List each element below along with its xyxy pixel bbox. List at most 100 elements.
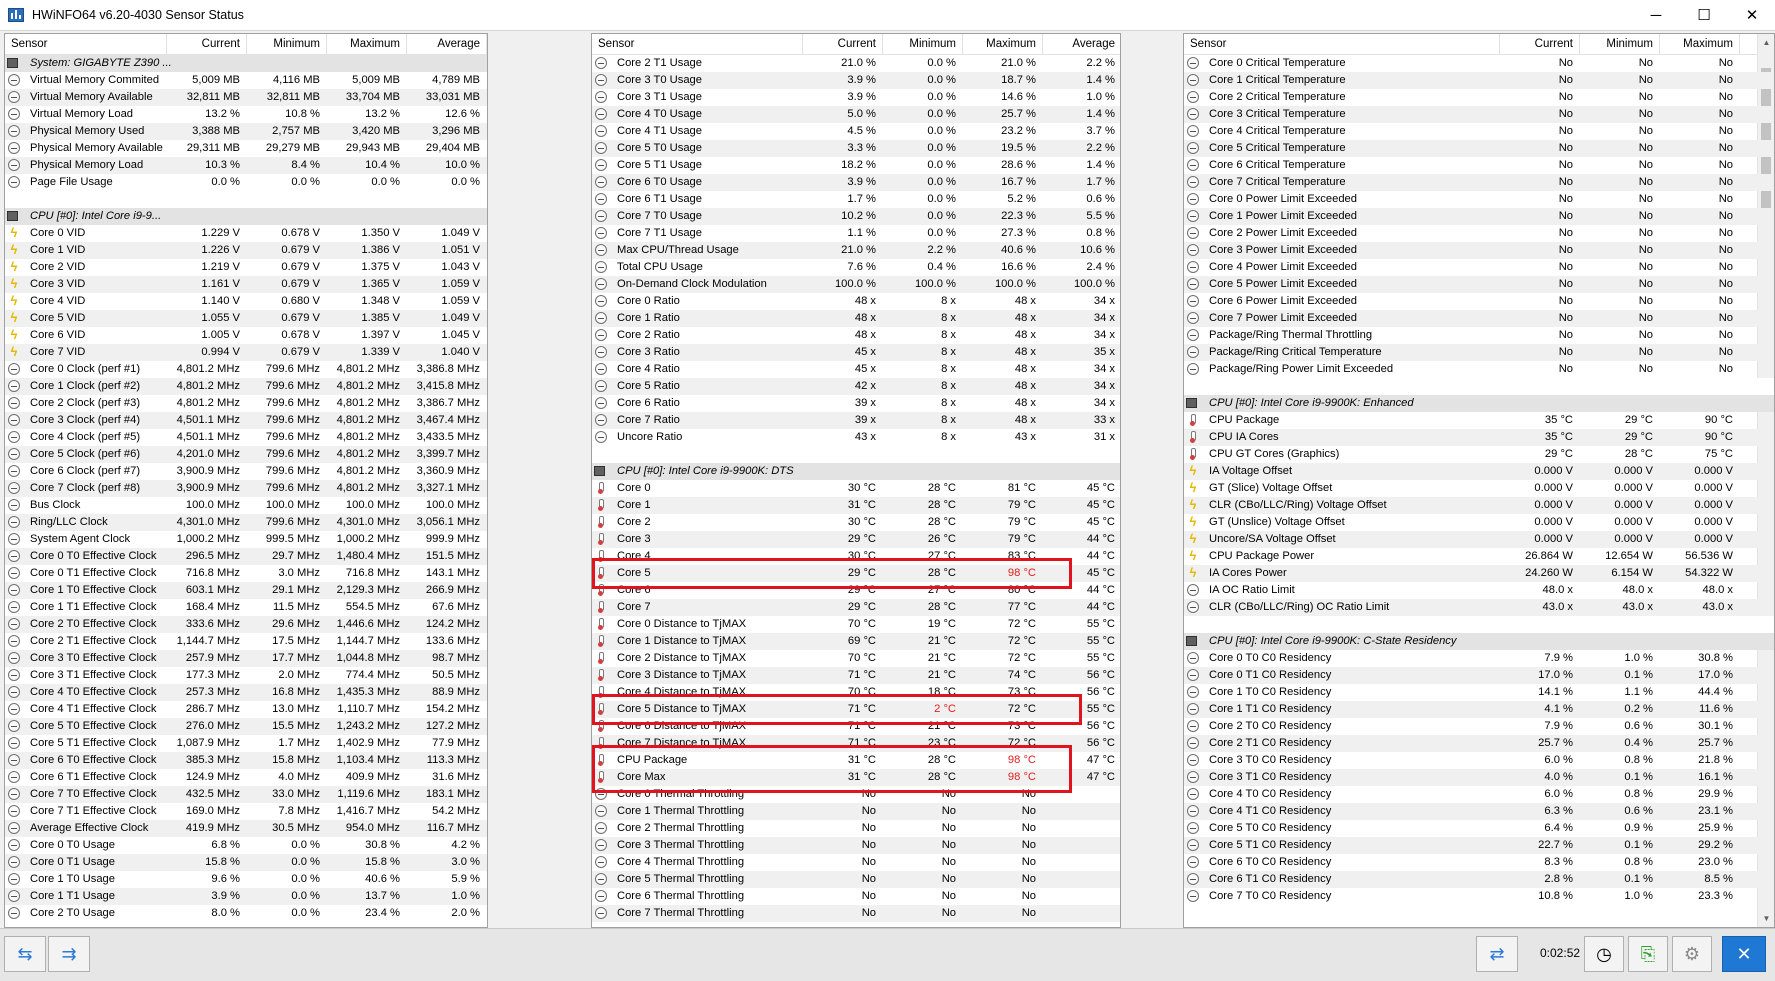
sensor-row[interactable]: CPU Package 35 °C 29 °C 90 °C xyxy=(1184,412,1774,429)
sensor-row[interactable]: Core 7 T1 Effective Clock 169.0 MHz 7.8 MH… xyxy=(5,803,487,820)
sensor-row[interactable]: CPU GT Cores (Graphics) 29 °C 28 °C 75 °C xyxy=(1184,446,1774,463)
sensor-row[interactable]: Core 7 T0 Effective Clock 432.5 MHz 33.0 M… xyxy=(5,786,487,803)
sensor-row[interactable]: Core 6 Thermal Throttling No No No xyxy=(592,888,1120,905)
sensor-group-header[interactable]: CPU [#0]: Intel Core i9-9900K: Enhanced xyxy=(1184,395,1774,412)
sensor-row[interactable]: Core 7 Clock (perf #8) 3,900.9 MHz 799.6 M… xyxy=(5,480,487,497)
sensor-row[interactable]: Core 2 T1 Effective Clock 1,144.7 MHz 17.5… xyxy=(5,633,487,650)
column-header-minimum[interactable]: Minimum xyxy=(883,34,963,55)
sensor-row[interactable]: Core 4 Critical Temperature No No No xyxy=(1184,123,1774,140)
sensor-row[interactable]: Core 0 T0 C0 Residency 7.9 % 1.0 % 30.8 % xyxy=(1184,650,1774,667)
sensor-row[interactable]: Core 5 T0 C0 Residency 6.4 % 0.9 % 25.9 % xyxy=(1184,820,1774,837)
sensor-row[interactable]: Average Effective Clock 419.9 MHz 30.5 MHz… xyxy=(5,820,487,837)
column-header-current[interactable]: Current xyxy=(1500,34,1580,55)
sensor-row[interactable]: Ring/LLC Clock 4,301.0 MHz 799.6 MHz 4,301.… xyxy=(5,514,487,531)
sensor-row[interactable]: Core 4 Power Limit Exceeded No No No xyxy=(1184,259,1774,276)
sensor-row[interactable]: Core 4 T1 Usage 4.5 % 0.0 % 23.2 % 3.7 % xyxy=(592,123,1120,140)
sensor-row[interactable]: Core 7 T0 C0 Residency 10.8 % 1.0 % 23.3 % xyxy=(1184,888,1774,905)
sensor-row[interactable]: Core 6 Critical Temperature No No No xyxy=(1184,157,1774,174)
sensor-row[interactable]: Core 7 29 °C 28 °C 77 °C 44 °C xyxy=(592,599,1120,616)
sensor-row[interactable]: Core 6 T1 Usage 1.7 % 0.0 % 5.2 % 0.6 % xyxy=(592,191,1120,208)
sensor-row[interactable]: Core 0 Critical Temperature No No No xyxy=(1184,55,1774,72)
sensor-row[interactable]: Core 2 T0 C0 Residency 7.9 % 0.6 % 30.1 % xyxy=(1184,718,1774,735)
sensor-row[interactable]: ϟ Core 7 VID 0.994 V 0.679 V 1.339 V 1.040 V xyxy=(5,344,487,361)
sensor-row[interactable]: Core 2 30 °C 28 °C 79 °C 45 °C xyxy=(592,514,1120,531)
sensor-row[interactable]: Core 1 Thermal Throttling No No No xyxy=(592,803,1120,820)
sensor-row[interactable]: Core 5 T1 Usage 18.2 % 0.0 % 28.6 % 1.4 % xyxy=(592,157,1120,174)
sensor-row[interactable]: Core 2 T0 Usage 8.0 % 0.0 % 23.4 % 2.0 % xyxy=(5,905,487,922)
sensor-row[interactable]: Core 3 T0 Usage 3.9 % 0.0 % 18.7 % 1.4 % xyxy=(592,72,1120,89)
column-header-minimum[interactable]: Minimum xyxy=(1580,34,1660,55)
sensor-row[interactable]: Core 0 30 °C 28 °C 81 °C 45 °C xyxy=(592,480,1120,497)
sensor-row[interactable]: Core 4 Thermal Throttling No No No xyxy=(592,854,1120,871)
column-header-average[interactable]: Average xyxy=(1043,34,1120,55)
sensor-row[interactable]: Core 1 T1 C0 Residency 4.1 % 0.2 % 11.6 % xyxy=(1184,701,1774,718)
sensor-row[interactable]: Core 1 Ratio 48 x 8 x 48 x 34 x xyxy=(592,310,1120,327)
sensor-row[interactable]: Core 3 29 °C 26 °C 79 °C 44 °C xyxy=(592,531,1120,548)
sensor-row[interactable]: Core 7 Critical Temperature No No No xyxy=(1184,174,1774,191)
sensor-row[interactable]: Core 2 Power Limit Exceeded No No No xyxy=(1184,225,1774,242)
sensor-row[interactable]: Core 1 Distance to TjMAX 69 °C 21 °C 72 °C 5… xyxy=(592,633,1120,650)
sensor-row[interactable]: Core 2 T1 C0 Residency 25.7 % 0.4 % 25.7 % xyxy=(1184,735,1774,752)
add-log-button[interactable]: ⎘ xyxy=(1628,936,1668,972)
sensor-row[interactable]: ϟ Core 1 VID 1.226 V 0.679 V 1.386 V 1.051 V xyxy=(5,242,487,259)
sensor-row[interactable]: Core 5 Ratio 42 x 8 x 48 x 34 x xyxy=(592,378,1120,395)
sensor-row[interactable]: Core 7 Thermal Throttling No No No xyxy=(592,905,1120,922)
maximize-button[interactable]: ☐ xyxy=(1681,0,1727,31)
minimize-button[interactable]: ─ xyxy=(1633,0,1679,31)
sensor-row[interactable]: CPU IA Cores 35 °C 29 °C 90 °C xyxy=(1184,429,1774,446)
sensor-row[interactable]: Core 3 T1 Effective Clock 177.3 MHz 2.0 MH… xyxy=(5,667,487,684)
sensor-row[interactable]: Core 7 Power Limit Exceeded No No No xyxy=(1184,310,1774,327)
sensor-row[interactable]: Core 5 Critical Temperature No No No xyxy=(1184,140,1774,157)
sensor-group-header[interactable]: CPU [#0]: Intel Core i9-9900K: DTS xyxy=(592,463,1120,480)
sensor-row[interactable]: Core 3 T1 Usage 3.9 % 0.0 % 14.6 % 1.0 % xyxy=(592,89,1120,106)
settings-button[interactable]: ⚙ xyxy=(1672,936,1712,972)
sensor-row[interactable]: Core 6 Clock (perf #7) 3,900.9 MHz 799.6 M… xyxy=(5,463,487,480)
sensor-row[interactable]: Core 0 Clock (perf #1) 4,801.2 MHz 799.6 M… xyxy=(5,361,487,378)
sensor-row[interactable]: Core 2 T0 Effective Clock 333.6 MHz 29.6 M… xyxy=(5,616,487,633)
close-sensors-button[interactable]: ✕ xyxy=(1722,936,1766,972)
close-window-button[interactable]: ✕ xyxy=(1729,0,1775,31)
clock-reset-button[interactable]: ◷ xyxy=(1584,936,1624,972)
sensor-row[interactable]: Core 5 T1 Effective Clock 1,087.9 MHz 1.7 … xyxy=(5,735,487,752)
sensor-row[interactable]: ϟ CLR (CBo/LLC/Ring) Voltage Offset 0.000 … xyxy=(1184,497,1774,514)
sensor-row[interactable]: Core 5 Power Limit Exceeded No No No xyxy=(1184,276,1774,293)
sensor-row[interactable]: Core 0 Power Limit Exceeded No No No xyxy=(1184,191,1774,208)
sensor-row[interactable]: ϟ Core 5 VID 1.055 V 0.679 V 1.385 V 1.049 V xyxy=(5,310,487,327)
sensor-row[interactable]: Core 3 Distance to TjMAX 71 °C 21 °C 74 °C 5… xyxy=(592,667,1120,684)
column-header-minimum[interactable]: Minimum xyxy=(247,34,327,55)
sensor-row[interactable]: Core 6 T1 Effective Clock 124.9 MHz 4.0 MH… xyxy=(5,769,487,786)
sensor-row[interactable]: Core 6 T1 C0 Residency 2.8 % 0.1 % 8.5 % xyxy=(1184,871,1774,888)
sensor-row[interactable]: Core 3 T0 Effective Clock 257.9 MHz 17.7 M… xyxy=(5,650,487,667)
column-header-current[interactable]: Current xyxy=(167,34,247,55)
column-header-sensor[interactable]: Sensor xyxy=(1184,34,1500,55)
sensor-row[interactable]: Core 6 Distance to TjMAX 71 °C 21 °C 73 °C 5… xyxy=(592,718,1120,735)
sensor-row[interactable]: Core 1 Critical Temperature No No No xyxy=(1184,72,1774,89)
sensor-row[interactable]: Core 1 T0 C0 Residency 14.1 % 1.1 % 44.4 % xyxy=(1184,684,1774,701)
sensor-row[interactable]: ϟ IA Voltage Offset 0.000 V 0.000 V 0.000 V xyxy=(1184,463,1774,480)
sensor-row[interactable]: Core 3 Clock (perf #4) 4,501.1 MHz 799.6 M… xyxy=(5,412,487,429)
sensor-row[interactable]: Core 4 Clock (perf #5) 4,501.1 MHz 799.6 M… xyxy=(5,429,487,446)
column-header-current[interactable]: Current xyxy=(803,34,883,55)
sensor-row[interactable]: Virtual Memory Commited 5,009 MB 4,116 MB 5… xyxy=(5,72,487,89)
sensor-row[interactable]: Core 1 Clock (perf #2) 4,801.2 MHz 799.6 M… xyxy=(5,378,487,395)
sensor-row[interactable]: System Agent Clock 1,000.2 MHz 999.5 MHz 1,… xyxy=(5,531,487,548)
sensor-row[interactable]: Bus Clock 100.0 MHz 100.0 MHz 100.0 MHz 100.… xyxy=(5,497,487,514)
sensor-row[interactable]: Core 7 Distance to TjMAX 71 °C 23 °C 72 °C 5… xyxy=(592,735,1120,752)
sensor-row[interactable]: On-Demand Clock Modulation 100.0 % 100.0 %… xyxy=(592,276,1120,293)
column-header-sensor[interactable]: Sensor xyxy=(5,34,167,55)
sensor-row[interactable]: Core 1 T0 Usage 9.6 % 0.0 % 40.6 % 5.9 % xyxy=(5,871,487,888)
sensor-row[interactable]: Core 5 T0 Effective Clock 276.0 MHz 15.5 M… xyxy=(5,718,487,735)
sensor-row[interactable]: Core 0 T1 Usage 15.8 % 0.0 % 15.8 % 3.0 % xyxy=(5,854,487,871)
sensor-row[interactable]: Core 1 T1 Effective Clock 168.4 MHz 11.5 M… xyxy=(5,599,487,616)
sensor-row[interactable]: Core 1 31 °C 28 °C 79 °C 45 °C xyxy=(592,497,1120,514)
sensor-row[interactable]: Core 0 T1 C0 Residency 17.0 % 0.1 % 17.0 % xyxy=(1184,667,1774,684)
column-header-maximum[interactable]: Maximum xyxy=(1660,34,1740,55)
sensor-row[interactable]: ϟ Core 4 VID 1.140 V 0.680 V 1.348 V 1.059 V xyxy=(5,293,487,310)
sensor-row[interactable]: Package/Ring Thermal Throttling No No No xyxy=(1184,327,1774,344)
sensor-row[interactable]: Core 0 T0 Effective Clock 296.5 MHz 29.7 M… xyxy=(5,548,487,565)
sensor-row[interactable]: CLR (CBo/LLC/Ring) OC Ratio Limit 43.0 x 4… xyxy=(1184,599,1774,616)
sensor-row[interactable]: IA OC Ratio Limit 48.0 x 48.0 x 48.0 x xyxy=(1184,582,1774,599)
sensor-row[interactable]: Core 4 T1 Effective Clock 286.7 MHz 13.0 M… xyxy=(5,701,487,718)
sensor-row[interactable]: Core 6 29 °C 27 °C 80 °C 44 °C xyxy=(592,582,1120,599)
sensor-row[interactable]: Core 5 Clock (perf #6) 4,201.0 MHz 799.6 M… xyxy=(5,446,487,463)
